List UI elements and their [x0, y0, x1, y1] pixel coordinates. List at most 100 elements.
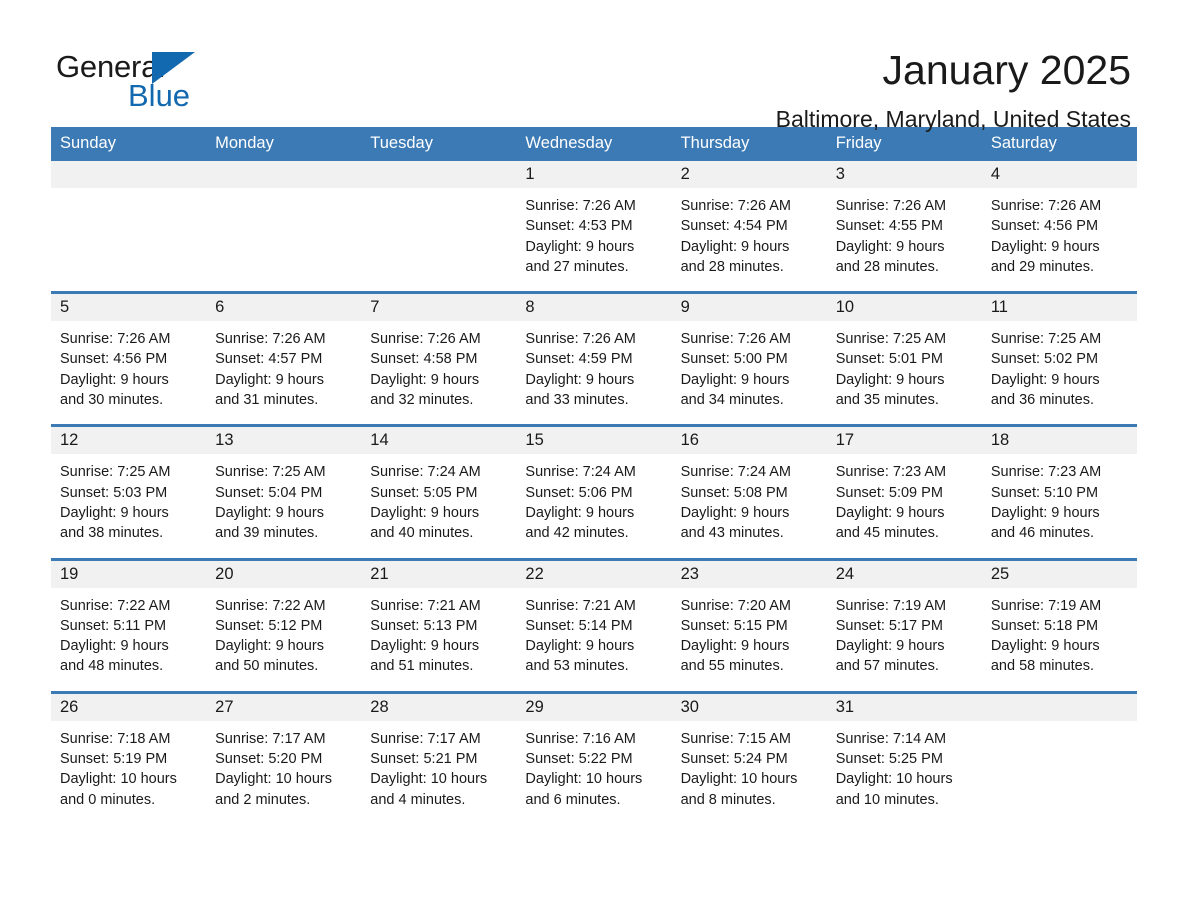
calendar-day-cell[interactable]: 27 Sunrise: 7:17 AM Sunset: 5:20 PM Dayligh… — [206, 690, 362, 824]
sunrise-line: Sunrise: 7:17 AM — [370, 730, 481, 747]
day-number: 14 — [361, 427, 517, 455]
day-details: Sunrise: 7:18 AM Sunset: 5:19 PM Daylight:… — [51, 721, 206, 824]
day-details: Sunrise: 7:26 AM Sunset: 4:54 PM Daylight:… — [672, 188, 827, 291]
calendar-day-cell[interactable]: 21 Sunrise: 7:21 AM Sunset: 5:13 PM Dayligh… — [361, 557, 517, 693]
calendar-day-cell[interactable]: 17 Sunrise: 7:23 AM Sunset: 5:09 PM Dayligh… — [826, 424, 982, 560]
calendar-day-cell[interactable]: 13 Sunrise: 7:25 AM Sunset: 5:04 PM Dayligh… — [206, 424, 362, 560]
calendar-day-cell[interactable]: 3 Sunrise: 7:26 AM Sunset: 4:55 PM Daylight… — [826, 161, 982, 293]
sunrise-line: Sunrise: 7:26 AM — [370, 331, 481, 348]
day-number: 9 — [671, 294, 827, 322]
day-number: 13 — [206, 427, 362, 455]
calendar-week-row: 26 Sunrise: 7:18 AM Sunset: 5:19 PM Dayligh… — [51, 690, 1137, 824]
day-number — [51, 161, 207, 188]
calendar-day-cell[interactable]: 31 Sunrise: 7:14 AM Sunset: 5:25 PM Dayligh… — [826, 690, 982, 824]
day-details: Sunrise: 7:19 AM Sunset: 5:18 PM Daylight:… — [982, 588, 1137, 691]
sunset-line: Sunset: 5:11 PM — [60, 617, 167, 634]
day-details: Sunrise: 7:22 AM Sunset: 5:12 PM Daylight:… — [206, 588, 361, 691]
daylight-line: Daylight: 9 hours — [525, 504, 635, 521]
daylight-line: and 43 minutes. — [680, 525, 784, 542]
day-number: 11 — [981, 294, 1137, 322]
day-details: Sunrise: 7:24 AM Sunset: 5:08 PM Daylight:… — [672, 454, 827, 557]
calendar-day-cell[interactable]: 19 Sunrise: 7:22 AM Sunset: 5:11 PM Dayligh… — [51, 557, 207, 693]
sunset-line: Sunset: 5:06 PM — [525, 484, 633, 501]
generalblue-logo: General Blue — [56, 46, 216, 118]
calendar-day-cell[interactable]: 2 Sunrise: 7:26 AM Sunset: 4:54 PM Daylight… — [671, 161, 827, 293]
calendar-page: General Blue January 2025 Baltimore, Mar… — [0, 0, 1188, 918]
daylight-line: and 38 minutes. — [60, 525, 164, 542]
calendar-day-cell[interactable]: 16 Sunrise: 7:24 AM Sunset: 5:08 PM Dayligh… — [671, 424, 827, 560]
sunrise-line: Sunrise: 7:20 AM — [680, 597, 791, 614]
sunset-line: Sunset: 4:54 PM — [680, 218, 788, 235]
calendar-day-cell[interactable]: 24 Sunrise: 7:19 AM Sunset: 5:17 PM Dayligh… — [826, 557, 982, 693]
day-number: 18 — [981, 427, 1137, 455]
calendar-day-cell[interactable]: 25 Sunrise: 7:19 AM Sunset: 5:18 PM Dayligh… — [981, 557, 1137, 693]
sunrise-line: Sunrise: 7:21 AM — [525, 597, 636, 614]
day-details — [51, 188, 206, 286]
day-details: Sunrise: 7:25 AM Sunset: 5:03 PM Daylight:… — [51, 454, 206, 557]
calendar-week-row: 1 Sunrise: 7:26 AM Sunset: 4:53 PM Daylight… — [51, 161, 1137, 293]
day-number: 7 — [361, 294, 517, 322]
day-details — [361, 188, 516, 286]
day-details: Sunrise: 7:21 AM Sunset: 5:13 PM Daylight:… — [361, 588, 516, 691]
calendar-day-cell[interactable]: 1 Sunrise: 7:26 AM Sunset: 4:53 PM Daylight… — [516, 161, 672, 293]
day-number: 4 — [981, 161, 1137, 188]
calendar-day-cell[interactable]: 11 Sunrise: 7:25 AM Sunset: 5:02 PM Dayligh… — [981, 291, 1137, 426]
daylight-line: and 58 minutes. — [990, 658, 1095, 675]
calendar-body: 1 Sunrise: 7:26 AM Sunset: 4:53 PM Daylight… — [51, 161, 1137, 824]
daylight-line: Daylight: 10 hours — [835, 771, 953, 788]
daylight-line: Daylight: 9 hours — [680, 638, 790, 655]
calendar-day-cell[interactable]: 5 Sunrise: 7:26 AM Sunset: 4:56 PM Daylight… — [51, 291, 207, 426]
day-number: 10 — [826, 294, 982, 322]
daylight-line: and 4 minutes. — [370, 791, 466, 808]
day-details: Sunrise: 7:19 AM Sunset: 5:17 PM Daylight:… — [827, 588, 982, 691]
calendar-day-cell[interactable]: 20 Sunrise: 7:22 AM Sunset: 5:12 PM Dayligh… — [206, 557, 362, 693]
calendar-day-cell[interactable]: 22 Sunrise: 7:21 AM Sunset: 5:14 PM Dayligh… — [516, 557, 672, 693]
day-details: Sunrise: 7:26 AM Sunset: 4:57 PM Daylight:… — [206, 321, 361, 424]
calendar-day-cell[interactable]: 8 Sunrise: 7:26 AM Sunset: 4:59 PM Daylight… — [516, 291, 672, 426]
calendar-day-cell-empty — [206, 161, 362, 293]
calendar-day-cell[interactable]: 15 Sunrise: 7:24 AM Sunset: 5:06 PM Dayligh… — [516, 424, 672, 560]
day-details: Sunrise: 7:26 AM Sunset: 4:56 PM Daylight:… — [982, 188, 1137, 291]
daylight-line: Daylight: 9 hours — [835, 638, 945, 655]
day-number: 5 — [51, 294, 207, 322]
sunrise-line: Sunrise: 7:25 AM — [835, 331, 947, 348]
calendar-day-cell[interactable]: 10 Sunrise: 7:25 AM Sunset: 5:01 PM Dayligh… — [826, 291, 982, 426]
calendar-day-cell[interactable]: 23 Sunrise: 7:20 AM Sunset: 5:15 PM Dayligh… — [671, 557, 827, 693]
calendar-day-cell[interactable]: 7 Sunrise: 7:26 AM Sunset: 4:58 PM Daylight… — [361, 291, 517, 426]
daylight-line: Daylight: 9 hours — [60, 371, 169, 388]
sunrise-line: Sunrise: 7:18 AM — [60, 730, 171, 747]
day-details: Sunrise: 7:17 AM Sunset: 5:20 PM Daylight:… — [206, 721, 361, 824]
daylight-line: Daylight: 9 hours — [835, 504, 945, 521]
daylight-line: Daylight: 9 hours — [680, 504, 790, 521]
sunset-line: Sunset: 5:10 PM — [990, 484, 1099, 501]
sunrise-line: Sunrise: 7:23 AM — [835, 464, 947, 481]
day-details: Sunrise: 7:20 AM Sunset: 5:15 PM Daylight:… — [672, 588, 827, 691]
sunset-line: Sunset: 5:12 PM — [215, 617, 323, 634]
calendar-day-cell[interactable]: 4 Sunrise: 7:26 AM Sunset: 4:56 PM Daylight… — [981, 161, 1137, 293]
sunrise-line: Sunrise: 7:25 AM — [990, 331, 1102, 348]
calendar-day-cell[interactable]: 30 Sunrise: 7:15 AM Sunset: 5:24 PM Dayligh… — [671, 690, 827, 824]
calendar-day-cell[interactable]: 9 Sunrise: 7:26 AM Sunset: 5:00 PM Daylight… — [671, 291, 827, 426]
calendar-day-cell[interactable]: 29 Sunrise: 7:16 AM Sunset: 5:22 PM Dayligh… — [516, 690, 672, 824]
daylight-line: Daylight: 9 hours — [370, 504, 480, 521]
daylight-line: and 33 minutes. — [525, 392, 629, 409]
calendar-day-cell[interactable]: 28 Sunrise: 7:17 AM Sunset: 5:21 PM Dayligh… — [361, 690, 517, 824]
sunset-line: Sunset: 5:22 PM — [525, 751, 633, 768]
sunrise-line: Sunrise: 7:26 AM — [525, 198, 636, 214]
day-number — [981, 693, 1137, 721]
day-number: 17 — [826, 427, 982, 455]
day-number: 21 — [361, 560, 517, 588]
sunset-line: Sunset: 4:57 PM — [215, 351, 323, 368]
daylight-line: Daylight: 10 hours — [680, 771, 798, 788]
sunrise-line: Sunrise: 7:24 AM — [370, 464, 481, 481]
calendar-day-cell[interactable]: 26 Sunrise: 7:18 AM Sunset: 5:19 PM Dayligh… — [51, 690, 207, 824]
day-number: 22 — [516, 560, 672, 588]
sunrise-line: Sunrise: 7:14 AM — [835, 730, 947, 747]
sunrise-line: Sunrise: 7:19 AM — [835, 597, 947, 614]
calendar-day-cell[interactable]: 14 Sunrise: 7:24 AM Sunset: 5:05 PM Dayligh… — [361, 424, 517, 560]
sunrise-line: Sunrise: 7:17 AM — [215, 730, 326, 747]
calendar-day-cell[interactable]: 12 Sunrise: 7:25 AM Sunset: 5:03 PM Dayligh… — [51, 424, 207, 560]
calendar-day-cell[interactable]: 6 Sunrise: 7:26 AM Sunset: 4:57 PM Daylight… — [206, 291, 362, 426]
calendar-day-cell[interactable]: 18 Sunrise: 7:23 AM Sunset: 5:10 PM Dayligh… — [981, 424, 1137, 560]
sunset-line: Sunset: 5:24 PM — [680, 751, 788, 768]
